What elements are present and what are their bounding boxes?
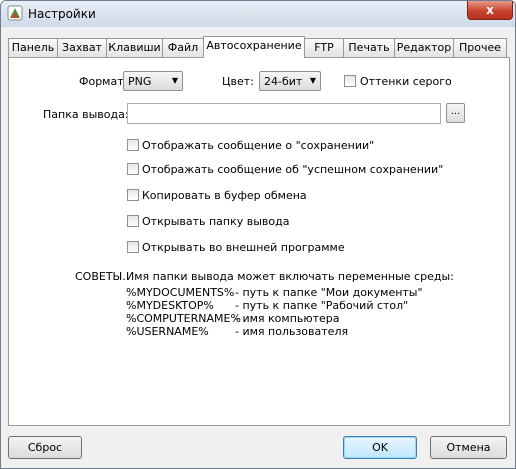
tip-var-name: %MYDOCUMENTS% [126, 286, 235, 299]
app-icon [7, 5, 23, 21]
color-select[interactable]: 24-бит ▼ [259, 71, 321, 91]
option-checkbox[interactable] [127, 163, 139, 175]
option-label: Отображать сообщение об "успешном сохран… [142, 163, 444, 176]
tab-file[interactable]: Файл [162, 38, 204, 57]
color-label: Цвет: [222, 75, 254, 88]
tab-ftp[interactable]: FTP [304, 38, 344, 57]
reset-button[interactable]: Сброс [8, 436, 82, 459]
format-label: Формат: [79, 75, 128, 88]
color-value: 24-бит [264, 75, 303, 88]
output-folder-input[interactable] [127, 103, 441, 124]
tab-editor[interactable]: Редактор [394, 38, 454, 57]
window-title: Настройки [28, 7, 96, 21]
option-checkbox[interactable] [127, 215, 139, 227]
format-select[interactable]: PNG ▼ [123, 71, 183, 91]
cancel-button[interactable]: Отмена [430, 436, 507, 459]
format-value: PNG [128, 75, 152, 88]
tab-hotkeys[interactable]: Клавиши [106, 38, 163, 57]
tip-var-desc: - имя пользователя [235, 325, 349, 338]
option-checkbox[interactable] [127, 189, 139, 201]
tip-var-name: %MYDESKTOP% [126, 299, 214, 312]
option-checkbox[interactable] [127, 139, 139, 151]
tip-var-name: %USERNAME% [126, 325, 209, 338]
chevron-down-icon: ▼ [309, 76, 316, 85]
option-label: Открывать во внешней программе [142, 241, 345, 254]
tip-var-desc: - имя компьютера [235, 312, 340, 325]
browse-button[interactable]: ... [446, 103, 465, 123]
tip-var-desc: - путь к папке "Мои документы" [235, 286, 423, 299]
tip-var-name: %COMPUTERNAME% [126, 312, 241, 325]
close-button[interactable]: x [467, 1, 513, 20]
output-folder-label: Папка вывода: [43, 108, 129, 121]
tab-capture[interactable]: Захват [57, 38, 107, 57]
settings-window: Настройки x Панель Захват Клавиши Файл А… [0, 0, 516, 469]
ok-button[interactable]: OK [343, 436, 417, 459]
tips-heading: СОВЕТЫ. [75, 270, 126, 283]
tip-var-desc: - путь к папке "Рабочий стол" [235, 299, 409, 312]
tab-print[interactable]: Печать [343, 38, 395, 57]
option-label: Отображать сообщение о "сохранении" [142, 139, 375, 152]
grayscale-label: Оттенки серого [360, 75, 452, 88]
chevron-down-icon: ▼ [171, 76, 178, 85]
tab-other[interactable]: Прочее [453, 38, 507, 57]
tab-autosave[interactable]: Автосохранение [203, 36, 305, 58]
autosave-panel: Формат: PNG ▼ Цвет: 24-бит ▼ Оттенки сер… [8, 57, 510, 426]
close-icon: x [486, 3, 494, 17]
title-bar: Настройки x [1, 1, 515, 27]
option-label: Открывать папку вывода [142, 215, 290, 228]
option-label: Копировать в буфер обмена [142, 189, 307, 202]
tips-intro: Имя папки вывода может включать переменн… [126, 270, 454, 283]
tab-panel[interactable]: Панель [8, 38, 58, 57]
option-checkbox[interactable] [127, 241, 139, 253]
grayscale-checkbox[interactable] [344, 75, 356, 87]
